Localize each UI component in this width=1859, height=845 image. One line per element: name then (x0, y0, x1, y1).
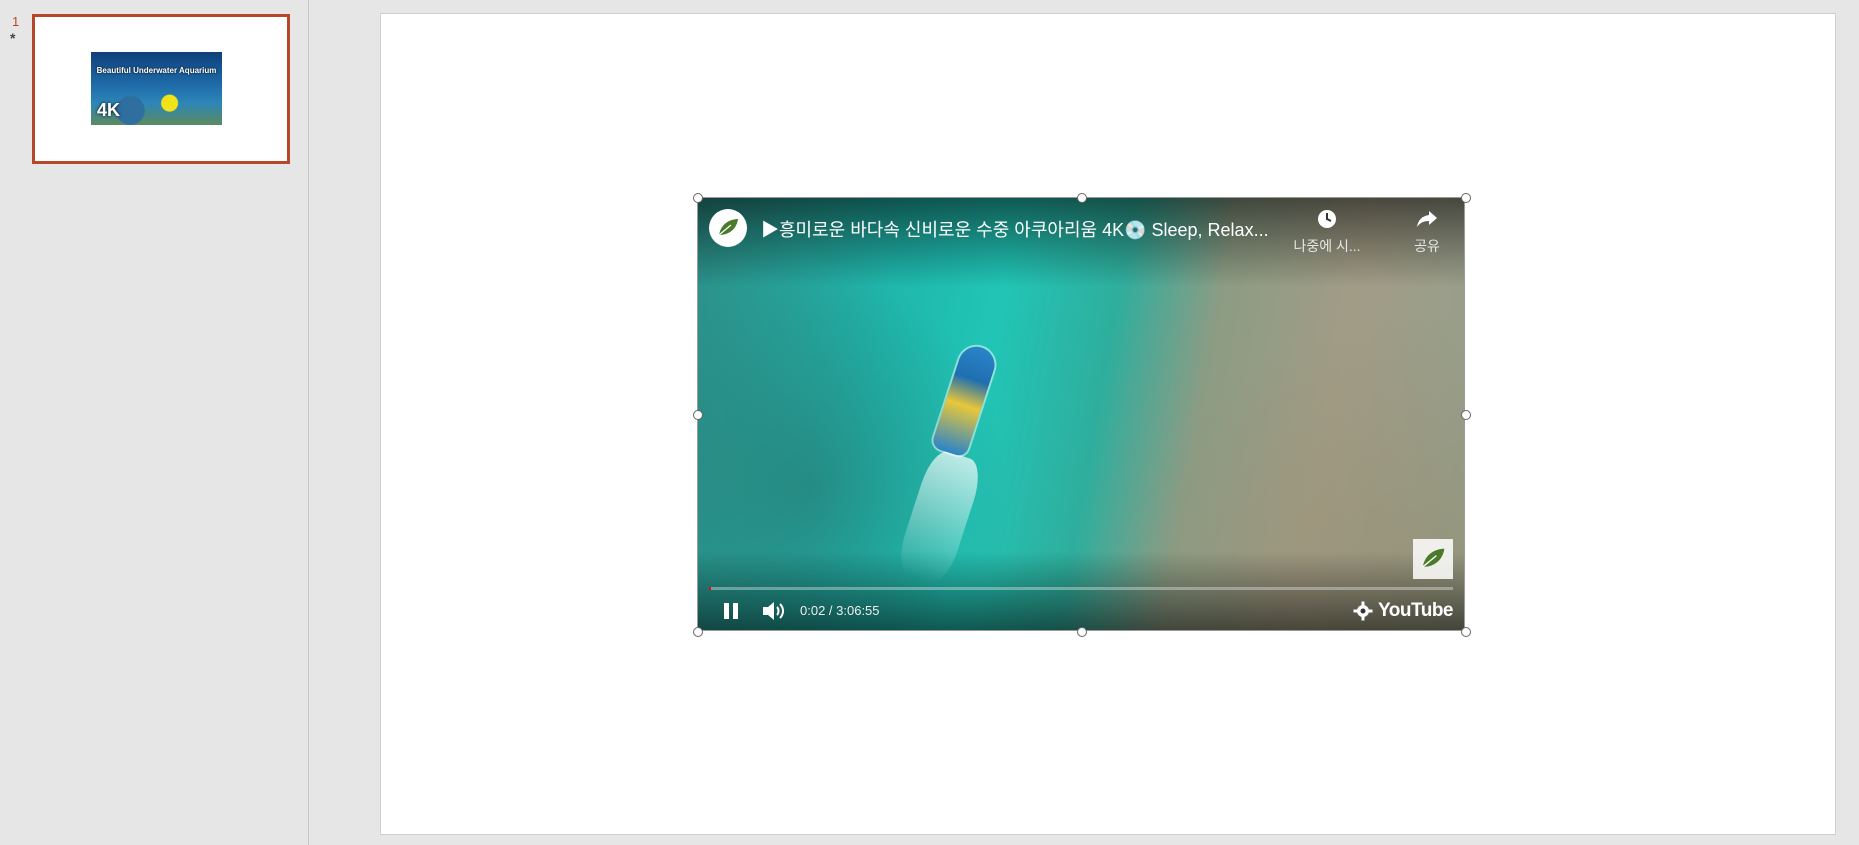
resize-handle-bottom-right[interactable] (1461, 627, 1471, 637)
slide-number: 1 (12, 14, 20, 29)
boat (930, 342, 1000, 458)
resize-handle-right[interactable] (1461, 410, 1471, 420)
clock-icon (1318, 210, 1336, 228)
resize-handle-top-right[interactable] (1461, 193, 1471, 203)
share-button[interactable]: 공유 (1397, 209, 1457, 256)
pause-button[interactable] (721, 601, 741, 621)
resize-handle-bottom-left[interactable] (693, 627, 703, 637)
watch-later-button[interactable]: 나중에 시... (1287, 209, 1367, 256)
slide-thumbnail[interactable]: Beautiful Underwater Aquarium 4K (32, 14, 290, 164)
progress-fill (709, 587, 712, 590)
speaker-icon (763, 602, 784, 620)
slide-thumbnail-panel: 1 * Beautiful Underwater Aquarium 4K (0, 0, 309, 845)
watch-later-label: 나중에 시... (1293, 238, 1361, 254)
resize-handle-top[interactable] (1077, 193, 1087, 203)
video-title[interactable]: ▶흥미로운 바다속 신비로운 수중 아쿠아리움 4K💿 Sleep, Relax… (761, 216, 1281, 242)
leaf-icon (1422, 548, 1445, 568)
progress-bar[interactable] (709, 587, 1453, 590)
volume-button[interactable] (761, 599, 787, 623)
player-controls: 0:02 / 3:06:55 YouTube (697, 591, 1465, 631)
share-arrow-icon (1417, 211, 1437, 227)
settings-button[interactable] (1353, 601, 1373, 621)
gear-icon (1353, 601, 1373, 621)
leaf-icon (718, 219, 738, 236)
slide-transition-marker: * (10, 30, 16, 46)
boat-wake (893, 446, 986, 588)
share-label: 공유 (1414, 238, 1440, 254)
youtube-logo[interactable]: YouTube (1378, 600, 1453, 622)
time-display: 0:02 / 3:06:55 (800, 603, 880, 618)
resize-handle-bottom[interactable] (1077, 627, 1087, 637)
thumbnail-video-preview: Beautiful Underwater Aquarium 4K (91, 52, 222, 125)
thumbnail-title: Beautiful Underwater Aquarium (96, 66, 217, 75)
resize-handle-top-left[interactable] (693, 193, 703, 203)
channel-logo[interactable] (709, 209, 747, 247)
channel-watermark[interactable] (1413, 539, 1453, 579)
resize-handle-left[interactable] (693, 410, 703, 420)
embedded-video[interactable]: ▶흥미로운 바다속 신비로운 수중 아쿠아리움 4K💿 Sleep, Relax… (697, 197, 1465, 631)
thumbnail-4k-badge: 4K (97, 100, 121, 120)
